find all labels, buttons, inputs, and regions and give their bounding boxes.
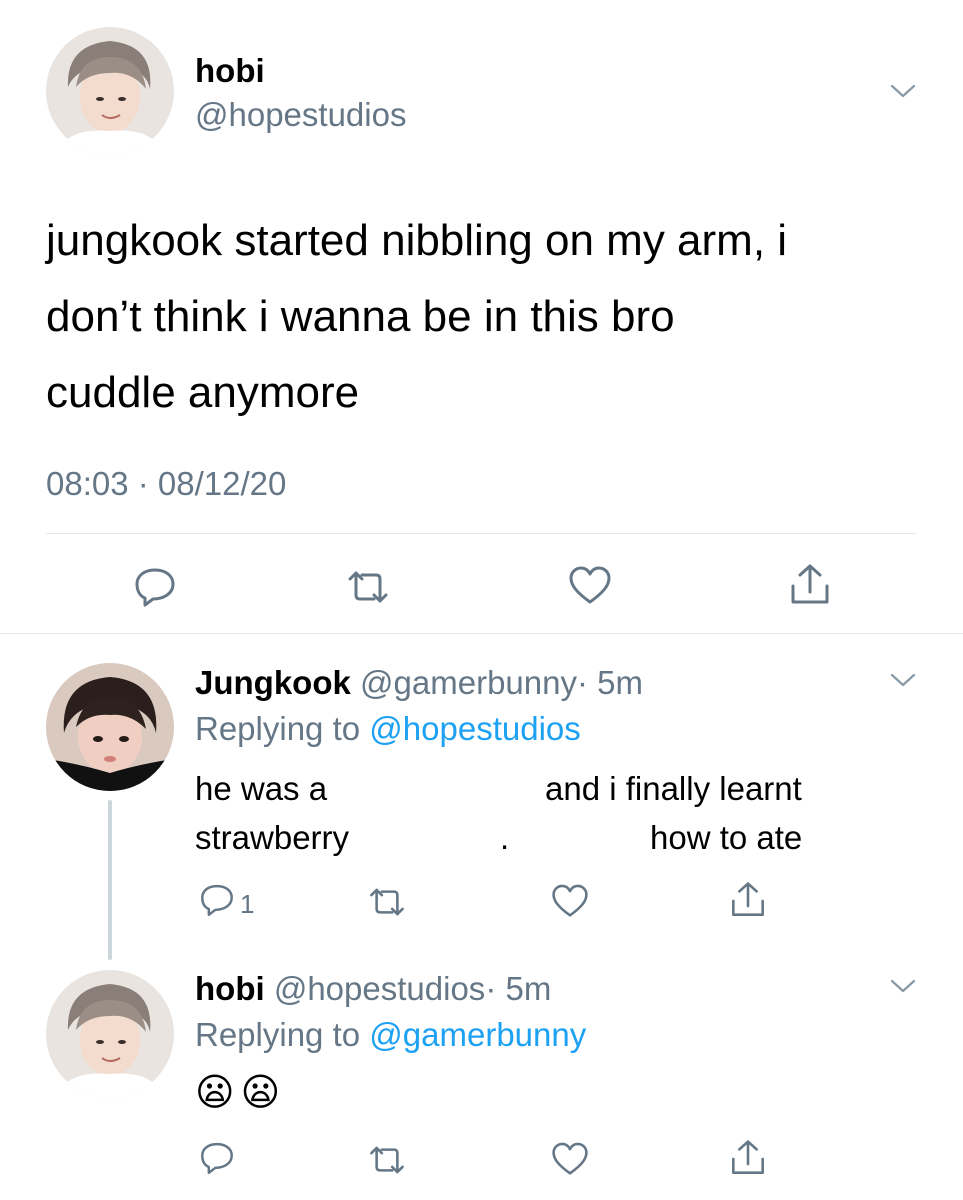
share-icon[interactable] <box>729 880 767 920</box>
heart-icon[interactable] <box>551 884 589 919</box>
retweet-icon[interactable] <box>366 1141 408 1179</box>
retweet-icon[interactable] <box>366 883 408 921</box>
display-name[interactable]: Jungkook <box>195 664 351 701</box>
retweet-icon[interactable] <box>344 565 392 609</box>
reply-text-left-2: strawberry <box>195 819 350 856</box>
avatar[interactable] <box>46 27 174 155</box>
mention-link[interactable]: @gamerbunny <box>369 1016 586 1053</box>
reply-emoji-text: 😦😦 <box>195 1072 287 1114</box>
replying-to: Replying to @gamerbunny <box>195 1016 586 1054</box>
relative-time[interactable]: · 5m <box>577 664 643 701</box>
replying-to-label: Replying to <box>195 1016 361 1053</box>
tweet-text-line: don’t think i wanna be in this bro <box>46 292 675 341</box>
reply-text-mid: . <box>500 819 510 856</box>
relative-time[interactable]: · 5m <box>485 970 551 1007</box>
heart-icon[interactable] <box>551 1142 589 1177</box>
share-icon[interactable] <box>729 1138 767 1178</box>
reply-header: hobi @hopestudios· 5m <box>195 970 551 1008</box>
handle[interactable]: @hopestudios <box>195 96 406 134</box>
handle[interactable]: @hopestudios <box>274 970 485 1007</box>
reply-icon[interactable] <box>198 1140 236 1176</box>
display-name[interactable]: hobi <box>195 52 265 90</box>
chevron-down-icon[interactable] <box>889 82 917 100</box>
share-icon[interactable] <box>788 562 832 608</box>
avatar[interactable] <box>46 663 174 791</box>
chevron-down-icon[interactable] <box>889 977 917 995</box>
replying-to: Replying to @hopestudios <box>195 710 581 748</box>
reply-count: 1 <box>240 889 255 919</box>
heart-icon[interactable] <box>568 566 612 606</box>
reply-header: Jungkook @gamerbunny· 5m <box>195 664 643 702</box>
divider <box>46 533 916 534</box>
chevron-down-icon[interactable] <box>889 671 917 689</box>
reply-text-right-1: and i finally learnt <box>545 770 802 807</box>
avatar[interactable] <box>46 970 174 1098</box>
divider <box>0 633 963 634</box>
reply-icon[interactable] <box>198 882 236 918</box>
replying-to-label: Replying to <box>195 710 361 747</box>
handle[interactable]: @gamerbunny <box>360 664 577 701</box>
tweet-text-line: jungkook started nibbling on my arm, i <box>46 216 788 265</box>
display-name[interactable]: hobi <box>195 970 265 1007</box>
tweet-text: jungkook started nibbling on my arm, i d… <box>46 203 787 431</box>
reply-icon[interactable] <box>133 565 177 609</box>
reply-text-left-1: he was a <box>195 770 328 807</box>
mention-link[interactable]: @hopestudios <box>369 710 580 747</box>
reply-text-right-2: how to ate <box>650 819 803 856</box>
thread-line <box>108 800 112 960</box>
tweet-text-line: cuddle anymore <box>46 368 360 417</box>
timestamp[interactable]: 08:03 · 08/12/20 <box>46 465 286 503</box>
